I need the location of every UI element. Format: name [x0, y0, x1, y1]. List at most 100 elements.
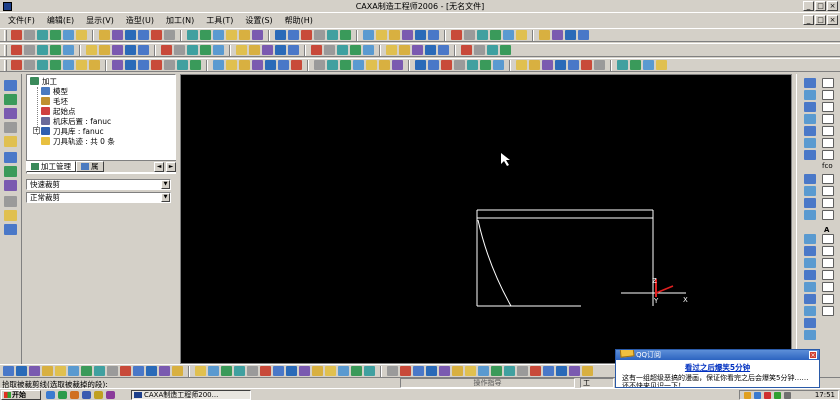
bottom-tool-icon[interactable]	[491, 366, 502, 376]
bottom-tool-icon[interactable]	[42, 366, 53, 376]
bottom-tool-icon[interactable]	[312, 366, 323, 376]
toolbar-tool-icon[interactable]	[200, 30, 211, 40]
toolbar-tool-icon[interactable]	[239, 30, 250, 40]
right-tool-icon[interactable]	[822, 270, 834, 280]
toolbar-tool-icon[interactable]	[164, 30, 175, 40]
chevron-down-icon[interactable]: ▼	[161, 193, 170, 202]
bottom-tool-icon[interactable]	[208, 366, 219, 376]
toolbar-tool-icon[interactable]	[542, 60, 553, 70]
right-tool-icon[interactable]	[804, 282, 816, 292]
bottom-tool-icon[interactable]	[582, 366, 593, 376]
toolbar-tool-icon[interactable]	[125, 30, 136, 40]
toolbar-tool-icon[interactable]	[350, 45, 361, 55]
toolbar-tool-icon[interactable]	[311, 45, 322, 55]
right-tool-icon[interactable]	[804, 318, 816, 328]
bottom-tool-icon[interactable]	[387, 366, 398, 376]
toolbar-tool-icon[interactable]	[63, 30, 74, 40]
toolbar-tool-icon[interactable]	[490, 30, 501, 40]
toolbar-tool-icon[interactable]	[337, 45, 348, 55]
tab-properties[interactable]: 属	[76, 161, 104, 172]
right-tool-icon[interactable]	[804, 150, 816, 160]
right-tool-icon[interactable]	[822, 150, 834, 160]
toolbar-tool-icon[interactable]	[451, 30, 462, 40]
toolbar-tool-icon[interactable]	[480, 60, 491, 70]
bottom-tool-icon[interactable]	[107, 366, 118, 376]
f-tool-label[interactable]: fco	[822, 162, 833, 170]
tree-item-toolpaths[interactable]: 刀具轨迹 : 共 0 条	[41, 136, 115, 146]
bottom-tool-icon[interactable]	[81, 366, 92, 376]
explorer-icon[interactable]	[82, 391, 91, 399]
right-tool-icon[interactable]	[804, 306, 816, 316]
toolbar-tool-icon[interactable]	[213, 30, 224, 40]
toolbar-tool-icon[interactable]	[529, 60, 540, 70]
left-tool-icon[interactable]	[4, 166, 17, 177]
toolbar-tool-icon[interactable]	[265, 60, 276, 70]
right-tool-icon[interactable]	[804, 78, 816, 88]
toolbar-tool-icon[interactable]	[565, 30, 576, 40]
app-icon[interactable]	[106, 391, 115, 399]
toolbar-tool-icon[interactable]	[493, 60, 504, 70]
bottom-tool-icon[interactable]	[221, 366, 232, 376]
right-tool-icon[interactable]	[822, 186, 834, 196]
toolbar-tool-icon[interactable]	[11, 30, 22, 40]
right-tool-icon[interactable]	[804, 234, 816, 244]
toolbar-tool-icon[interactable]	[86, 45, 97, 55]
bottom-tool-icon[interactable]	[569, 366, 580, 376]
bottom-tool-icon[interactable]	[478, 366, 489, 376]
toolbar-tool-icon[interactable]	[63, 45, 74, 55]
toolbar-tool-icon[interactable]	[474, 45, 485, 55]
toolbar-tool-icon[interactable]	[415, 60, 426, 70]
toolbar-tool-icon[interactable]	[177, 60, 188, 70]
toolbar-tool-icon[interactable]	[438, 45, 449, 55]
right-tool-icon[interactable]	[822, 294, 834, 304]
right-tool-icon[interactable]	[804, 294, 816, 304]
toolbar-tool-icon[interactable]	[578, 30, 589, 40]
toolbar-tool-icon[interactable]	[236, 45, 247, 55]
menu-tools[interactable]: 工具(T)	[200, 15, 239, 26]
menu-edit[interactable]: 编辑(E)	[41, 15, 80, 26]
toolbar-tool-icon[interactable]	[656, 60, 667, 70]
toolbar-tool-icon[interactable]	[568, 60, 579, 70]
taskbar-item-caxa[interactable]: CAXA制造工程师200...	[131, 390, 251, 400]
toolbar-tool-icon[interactable]	[138, 60, 149, 70]
menu-modeling[interactable]: 造型(U)	[120, 15, 160, 26]
tray-icon[interactable]	[774, 392, 781, 399]
toolbar-tool-icon[interactable]	[314, 30, 325, 40]
toolbar-tool-icon[interactable]	[454, 60, 465, 70]
toolbar-tool-icon[interactable]	[516, 60, 527, 70]
text-tool-label[interactable]: A	[824, 226, 829, 234]
bottom-tool-icon[interactable]	[133, 366, 144, 376]
bottom-tool-icon[interactable]	[530, 366, 541, 376]
folder-icon[interactable]	[94, 391, 103, 399]
bottom-tool-icon[interactable]	[273, 366, 284, 376]
toolbar-tool-icon[interactable]	[190, 60, 201, 70]
toolbar-tool-icon[interactable]	[226, 30, 237, 40]
qq-close-button[interactable]: ×	[809, 351, 817, 359]
toolbar-tool-icon[interactable]	[376, 30, 387, 40]
toolbar-tool-icon[interactable]	[415, 30, 426, 40]
left-tool-icon[interactable]	[4, 80, 17, 91]
toolbar-tool-icon[interactable]	[138, 45, 149, 55]
bottom-tool-icon[interactable]	[68, 366, 79, 376]
toolbar-tool-icon[interactable]	[252, 30, 263, 40]
media-icon[interactable]	[70, 391, 79, 399]
toolbar-tool-icon[interactable]	[99, 45, 110, 55]
toolbar-tool-icon[interactable]	[200, 45, 211, 55]
menu-file[interactable]: 文件(F)	[2, 15, 41, 26]
trim-type-select[interactable]: 正常裁剪 ▼	[26, 192, 171, 203]
bottom-tool-icon[interactable]	[159, 366, 170, 376]
tab-scroll-left-icon[interactable]: ◄	[154, 161, 164, 172]
toolbar-tool-icon[interactable]	[37, 60, 48, 70]
toolbar-tool-icon[interactable]	[500, 45, 511, 55]
tray-icon[interactable]	[754, 392, 761, 399]
toolbar-tool-icon[interactable]	[617, 60, 628, 70]
toolbar-tool-icon[interactable]	[76, 60, 87, 70]
right-tool-icon[interactable]	[804, 138, 816, 148]
bottom-tool-icon[interactable]	[426, 366, 437, 376]
right-tool-icon[interactable]	[804, 246, 816, 256]
toolbar-tool-icon[interactable]	[386, 45, 397, 55]
toolbar-tool-icon[interactable]	[50, 45, 61, 55]
menu-view[interactable]: 显示(V)	[80, 15, 120, 26]
right-tool-icon[interactable]	[804, 330, 816, 340]
toolbar-tool-icon[interactable]	[50, 60, 61, 70]
